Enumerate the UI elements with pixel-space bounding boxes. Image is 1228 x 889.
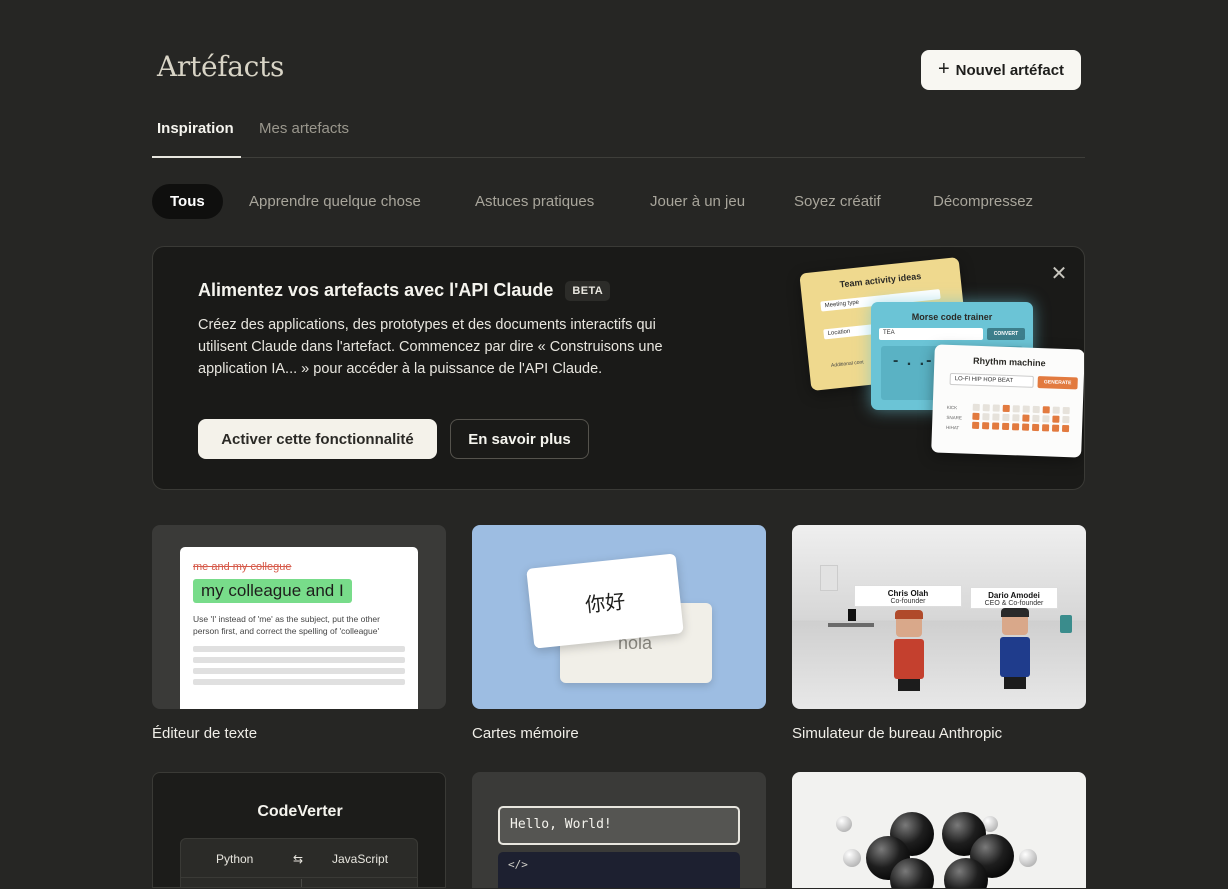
- name-sign-2: Dario Amodei CEO & Co-founder: [970, 587, 1058, 609]
- beta-badge: BETA: [565, 280, 611, 301]
- office-thumbnail: Chris Olah Co-founder Dario Amodei CEO &…: [792, 525, 1086, 709]
- card-flashcards[interactable]: hola 你好 Cartes mémoire: [472, 525, 766, 742]
- enable-feature-button[interactable]: Activer cette fonctionnalité: [198, 419, 437, 459]
- swap-arrows-icon: ⇆: [293, 852, 304, 866]
- preview-white-input: LO-FI HIP HOP BEAT: [949, 372, 1034, 388]
- preview-rhythm: Rhythm machine LO-FI HIP HOP BEAT GENERA…: [931, 344, 1084, 458]
- card-molecule[interactable]: [792, 772, 1086, 888]
- preview-teal-button: CONVERT: [987, 328, 1025, 340]
- card-label: Cartes mémoire: [472, 725, 579, 742]
- person2-role: CEO & Co-founder: [984, 600, 1044, 607]
- page-title: Artéfacts: [157, 50, 285, 83]
- preview-row-kick: KICK: [946, 404, 958, 411]
- lang-from: Python: [216, 852, 254, 866]
- card-label: Éditeur de texte: [152, 725, 258, 742]
- preview-white-button: GENERATE: [1037, 376, 1078, 390]
- card-text-editor[interactable]: me and my collegue my colleague and I Us…: [152, 525, 446, 742]
- editor-preview: me and my collegue my colleague and I Us…: [180, 547, 418, 709]
- codeverter-thumbnail: CodeVerter Python ⇆ JavaScript: [152, 772, 446, 888]
- preview-teal-title: Morse code trainer: [911, 312, 993, 322]
- filter-learn[interactable]: Apprendre quelque chose: [249, 184, 421, 219]
- new-artifact-button[interactable]: + Nouvel artéfact: [921, 50, 1081, 90]
- plus-icon: +: [937, 58, 950, 80]
- molecule-icon: [836, 812, 1037, 888]
- hello-world-thumbnail: Hello, World! </>: [472, 772, 766, 888]
- desk: [828, 623, 874, 627]
- tab-inspiration[interactable]: Inspiration: [152, 114, 241, 158]
- preview-teal-input: TEA: [879, 328, 983, 340]
- filter-all[interactable]: Tous: [152, 184, 223, 219]
- preview-yellow-title: Team activity ideas: [839, 270, 922, 290]
- preview-yellow-field-3: Additional cont: [830, 359, 865, 369]
- api-banner: Alimentez vos artefacts avec l'API Claud…: [152, 246, 1085, 490]
- character-dario: [1000, 608, 1030, 689]
- character-chris: [892, 610, 926, 691]
- preview-row-hihat: HIHAT: [945, 424, 960, 431]
- preview-beat-grid: [972, 403, 1071, 433]
- molecule-thumbnail: [792, 772, 1086, 888]
- banner-description: Créez des applications, des prototypes e…: [198, 317, 663, 377]
- close-icon[interactable]: ✕: [1048, 263, 1070, 285]
- preview-row-snare: SNARE: [946, 414, 962, 421]
- learn-more-button[interactable]: En savoir plus: [450, 419, 589, 459]
- flashcard-front: 你好: [526, 553, 684, 649]
- filter-relax[interactable]: Décompressez: [933, 184, 1033, 219]
- preview-row-labels: KICK SNARE HIHAT: [946, 403, 963, 434]
- person1-name: Chris Olah: [887, 589, 929, 598]
- person1-role: Co-founder: [890, 598, 926, 605]
- flashcards-thumbnail: hola 你好: [472, 525, 766, 709]
- new-artifact-label: Nouvel artéfact: [955, 61, 1065, 79]
- banner-title: Alimentez vos artefacts avec l'API Claud…: [198, 280, 554, 300]
- card-codeverter[interactable]: CodeVerter Python ⇆ JavaScript: [152, 772, 446, 888]
- text-editor-thumbnail: me and my collegue my colleague and I Us…: [152, 525, 446, 709]
- preview-white-title: Rhythm machine: [972, 355, 1046, 369]
- code-area: </>: [498, 852, 740, 888]
- filter-tips[interactable]: Astuces pratiques: [475, 184, 594, 219]
- codeverter-lang-box: Python ⇆ JavaScript: [180, 838, 418, 887]
- editor-highlight-text: my colleague and I: [193, 579, 352, 603]
- editor-note: Use 'I' instead of 'me' as the subject, …: [193, 614, 380, 636]
- filter-creative[interactable]: Soyez créatif: [794, 184, 881, 219]
- codeverter-title: CodeVerter: [257, 803, 343, 820]
- name-sign-1: Chris Olah Co-founder: [854, 585, 962, 607]
- card-label: Simulateur de bureau Anthropic: [792, 725, 1003, 742]
- card-office-simulator[interactable]: Chris Olah Co-founder Dario Amodei CEO &…: [792, 525, 1086, 742]
- hello-input: Hello, World!: [498, 806, 740, 845]
- tab-bar: Inspiration Mes artefacts: [152, 114, 1085, 158]
- lang-to: JavaScript: [332, 852, 389, 866]
- editor-strike-text: me and my collegue: [193, 561, 292, 573]
- filter-game[interactable]: Jouer à un jeu: [650, 184, 745, 219]
- person2-name: Dario Amodei: [988, 591, 1040, 600]
- banner-title-row: Alimentez vos artefacts avec l'API Claud…: [198, 280, 611, 301]
- tab-my-artifacts[interactable]: Mes artefacts: [254, 114, 354, 158]
- card-hello-world[interactable]: Hello, World! </>: [472, 772, 766, 888]
